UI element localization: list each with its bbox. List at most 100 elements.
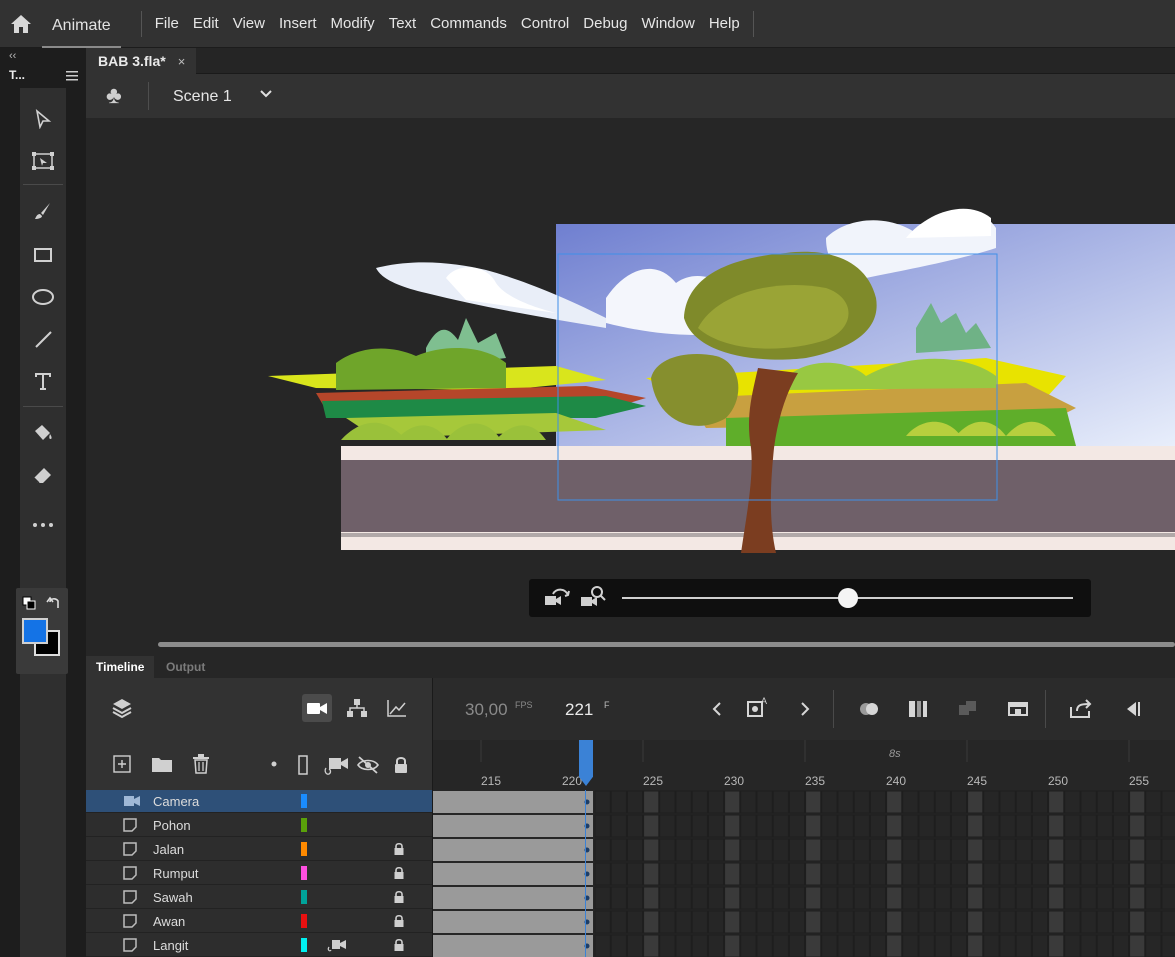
menu-text[interactable]: Text [382, 0, 424, 48]
document-tab[interactable]: BAB 3.fla* × [86, 48, 196, 74]
playhead[interactable] [579, 740, 593, 786]
menu-control[interactable]: Control [514, 0, 576, 48]
tab-timeline[interactable]: Timeline [86, 656, 155, 678]
menu-insert[interactable]: Insert [272, 0, 324, 48]
menu-commands[interactable]: Commands [423, 0, 514, 48]
layer-row[interactable]: Sawah [86, 886, 432, 909]
free-transform-tool-icon[interactable] [26, 144, 60, 178]
home-icon[interactable] [0, 0, 42, 48]
menu-edit[interactable]: Edit [186, 0, 226, 48]
menu-modify[interactable]: Modify [324, 0, 382, 48]
menu-file[interactable]: File [148, 0, 186, 48]
camera-zoom-icon[interactable] [579, 585, 607, 609]
lock-icon[interactable] [393, 890, 405, 907]
fill-color-swatch[interactable] [22, 618, 48, 644]
layer-row[interactable]: Camera [86, 790, 432, 813]
frame-grid[interactable] [433, 790, 1175, 957]
panel-menu-icon[interactable] [66, 68, 78, 84]
menu-debug[interactable]: Debug [576, 0, 634, 48]
tab-output[interactable]: Output [156, 656, 215, 678]
layer-row[interactable]: Jalan [86, 838, 432, 861]
chevron-down-icon[interactable] [258, 86, 274, 105]
layer-name[interactable]: Camera [153, 794, 199, 809]
loop-icon[interactable] [955, 696, 981, 722]
more-tools-icon[interactable] [26, 508, 60, 542]
previous-keyframe-icon[interactable] [709, 698, 725, 720]
lock-icon[interactable] [393, 866, 405, 883]
layer-color-swatch[interactable] [301, 842, 307, 856]
graph-editor-icon[interactable] [384, 696, 410, 720]
symbol-icon[interactable]: ♣ [106, 82, 122, 110]
frame-cells [433, 790, 1175, 957]
scene-separator [148, 82, 149, 110]
layer-name[interactable]: Rumput [153, 866, 199, 881]
center-frame-icon[interactable] [1005, 696, 1031, 722]
rectangle-tool-icon[interactable] [26, 238, 60, 272]
go-to-first-frame-icon[interactable] [1119, 696, 1145, 722]
stage[interactable] [86, 118, 1175, 634]
layer-color-swatch[interactable] [301, 818, 307, 832]
layer-row[interactable]: Awan [86, 910, 432, 933]
lock-icon[interactable] [392, 754, 410, 776]
close-tab-icon[interactable]: × [178, 54, 186, 69]
menu-help[interactable]: Help [702, 0, 747, 48]
timeline-tabs: Timeline Output [86, 656, 1175, 678]
new-layer-icon[interactable] [112, 754, 132, 774]
outline-toggle-icon[interactable] [296, 754, 310, 776]
scrollbar-thumb[interactable] [158, 642, 1175, 647]
hide-layer-icon[interactable] [356, 754, 380, 776]
fps-value[interactable]: 30,00 [465, 700, 508, 720]
lock-icon[interactable] [393, 938, 405, 955]
layer-color-swatch[interactable] [301, 794, 307, 808]
layer-row[interactable]: Langit [86, 934, 432, 957]
highlight-layer-icon[interactable] [270, 760, 278, 768]
oval-tool-icon[interactable] [26, 280, 60, 314]
layer-color-swatch[interactable] [301, 938, 307, 952]
brush-tool-icon[interactable] [26, 194, 60, 228]
paint-bucket-tool-icon[interactable] [26, 416, 60, 450]
eraser-tool-icon[interactable] [26, 458, 60, 492]
insert-keyframe-icon[interactable]: A [745, 694, 771, 722]
layer-name[interactable]: Awan [153, 914, 185, 929]
swap-colors-icon[interactable] [46, 596, 62, 610]
layer-color-swatch[interactable] [301, 890, 307, 904]
collapse-panel-button[interactable]: ‹‹ [9, 50, 16, 62]
layer-name[interactable]: Sawah [153, 890, 193, 905]
next-keyframe-icon[interactable] [797, 698, 813, 720]
menu-window[interactable]: Window [634, 0, 701, 48]
export-icon[interactable] [1067, 696, 1095, 722]
layer-name[interactable]: Jalan [153, 842, 184, 857]
camera-attached-icon[interactable] [327, 938, 347, 955]
layer-color-swatch[interactable] [301, 914, 307, 928]
line-tool-icon[interactable] [26, 322, 60, 356]
text-tool-icon[interactable] [26, 364, 60, 398]
stage-horizontal-scrollbar[interactable] [86, 634, 1175, 656]
layer-name[interactable]: Langit [153, 938, 188, 953]
layer-parenting-icon[interactable] [344, 696, 370, 720]
menu-view[interactable]: View [226, 0, 272, 48]
new-folder-icon[interactable] [150, 754, 174, 774]
layer-name[interactable]: Pohon [153, 818, 191, 833]
selection-tool-icon[interactable] [26, 102, 60, 136]
tools-panel-title[interactable]: T... [9, 68, 25, 82]
default-colors-icon[interactable] [22, 596, 36, 610]
layer-row[interactable]: Pohon [86, 814, 432, 837]
layer-color-swatch[interactable] [301, 866, 307, 880]
tool-column [20, 88, 66, 957]
edit-multiple-frames-icon[interactable] [905, 696, 931, 722]
layer-icon [123, 890, 137, 907]
delete-layer-icon[interactable] [190, 753, 212, 775]
lock-icon[interactable] [393, 842, 405, 859]
current-frame-value[interactable]: 221 [565, 700, 593, 720]
camera-control-bar [529, 579, 1091, 617]
camera-toggle-icon[interactable] [302, 694, 332, 722]
attach-camera-icon[interactable] [322, 754, 350, 776]
camera-rotate-icon[interactable] [543, 587, 571, 609]
layers-icon[interactable] [110, 696, 134, 720]
camera-zoom-slider-handle[interactable] [838, 588, 858, 608]
frame-ruler[interactable]: 8s 215 220 225 230 235 240 245 250 255 [433, 740, 1175, 790]
layer-row[interactable]: Rumput [86, 862, 432, 885]
onion-skin-icon[interactable] [857, 696, 883, 722]
scene-name[interactable]: Scene 1 [173, 88, 232, 106]
lock-icon[interactable] [393, 914, 405, 931]
